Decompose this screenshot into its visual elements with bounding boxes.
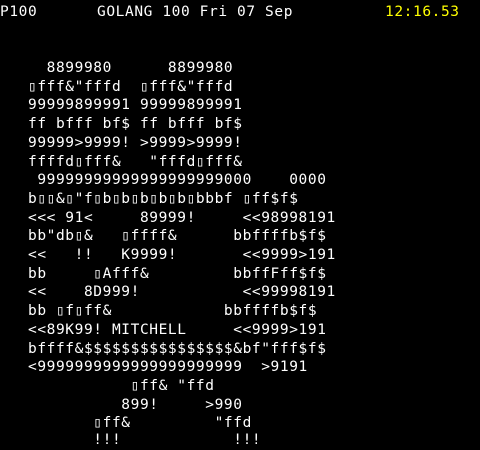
art-line: b▯▯&▯"f▯b▯b▯b▯b▯b▯bbbf ▯ff$f$ [0, 190, 299, 207]
art-line: 8899980 8899980 [0, 60, 234, 76]
art-line: bb ▯f▯ff& bbffffb$f$ [0, 303, 318, 320]
art-line: ff bfff bf$ ff bfff bf$ [0, 116, 243, 133]
art-line: << 8D999! <<99998191 [0, 284, 336, 301]
art-line: bffff&$$$$$$$$$$$$$$$$&bf"fff$f$ [0, 340, 327, 357]
art-line: ▯ff& "ffd [0, 377, 215, 394]
month: Sep [265, 4, 294, 20]
art-line: <9999999999999999999999 >9191 [0, 359, 308, 376]
art-line: 99999>9999! >9999>9999! [0, 134, 243, 151]
art-line: !!! !!! [0, 432, 262, 448]
page-number: P100 [0, 4, 38, 20]
art-line: bb"db▯& ▯ffff& bbffffb$f$ [0, 228, 327, 245]
page-header-info: GOLANG 100 Fri 07 Sep [97, 3, 293, 22]
teletext-page: P100 GOLANG 100 Fri 07 Sep 12:16.53 8899… [0, 0, 480, 450]
clock: 12:16.53 [385, 4, 460, 20]
art-line: <<< 91< 89999! <<98998191 [0, 209, 336, 226]
day: 07 [237, 4, 256, 20]
art-line: ffffd▯fff& "fffd▯fff& [0, 153, 243, 170]
art-line: 99999999999999999999000 0000 [0, 172, 327, 189]
page-ref: 100 [162, 4, 191, 20]
art-line: ▯fff&"fffd ▯fff&"fffd [0, 78, 234, 95]
service-name: GOLANG [97, 4, 153, 20]
art-line: << !! K9999! <<9999>191 [0, 247, 336, 263]
art-line: 899! >990 [0, 396, 243, 413]
art-line: bb ▯Afff& bbffFff$f$ [0, 265, 327, 282]
art-line: 99999899991 99999899991 [0, 97, 243, 114]
art-line: <<89K99! MITCHELL <<9999>191 [0, 321, 327, 338]
weekday: Fri [199, 4, 228, 20]
